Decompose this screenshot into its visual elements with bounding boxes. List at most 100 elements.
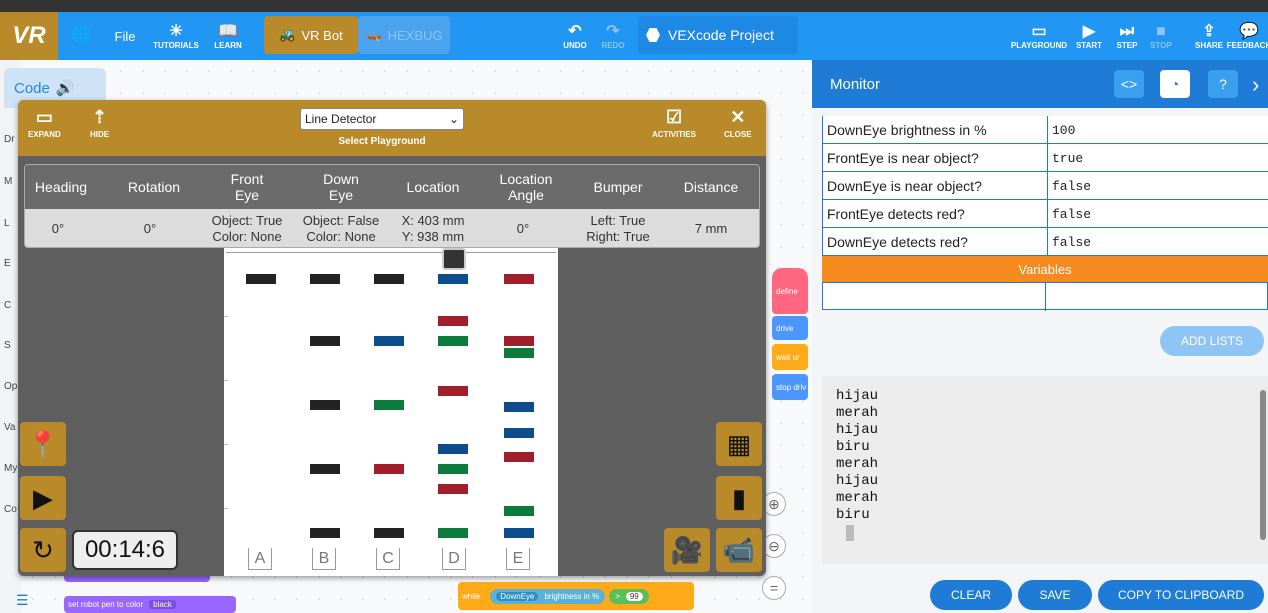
book-icon: 📖 xyxy=(218,22,238,40)
hexbug-tab[interactable]: 🛶 HEXBUG xyxy=(358,16,450,54)
grid-icon: ▦ xyxy=(726,428,752,459)
pen-color-block[interactable]: set robot pen to color black xyxy=(64,596,236,613)
undo-button[interactable]: ↶ UNDO xyxy=(560,12,590,60)
help-button[interactable]: ? xyxy=(1208,70,1238,98)
stop-driving-block[interactable]: stop driv xyxy=(772,374,808,400)
project-name[interactable]: VEXcode Project xyxy=(638,16,798,54)
lane-label-c: C xyxy=(376,548,400,570)
compare-operator[interactable]: > 99 xyxy=(609,588,649,604)
learn-button[interactable]: 📖 LEARN xyxy=(208,12,248,60)
category-drivetrain[interactable]: Dr xyxy=(4,134,15,145)
line-marker-black xyxy=(374,274,404,284)
copy-to-clipboard-button[interactable]: COPY TO CLIPBOARD xyxy=(1098,580,1264,610)
monitor-header: Monitor xyxy=(812,60,1268,108)
line-marker-red xyxy=(438,386,468,396)
monitor-view-button[interactable]: ◔ xyxy=(1160,70,1190,98)
line-marker-red xyxy=(504,336,534,346)
hexagon-icon xyxy=(646,28,660,42)
code-icon: <> xyxy=(1120,76,1138,92)
console-output: hijau merah hijau biru merah hijau merah… xyxy=(836,388,879,523)
category-my-blocks[interactable]: My xyxy=(4,463,17,474)
pen-icon: ▮ xyxy=(731,482,747,513)
variables-header: Variables xyxy=(822,256,1268,282)
line-marker-red xyxy=(504,452,534,462)
vr-bot-tab[interactable]: 🚜 VR Bot xyxy=(264,16,358,54)
share-button[interactable]: ⇪ SHARE xyxy=(1192,12,1226,60)
play-button[interactable]: ▶ xyxy=(20,476,66,520)
wait-block[interactable]: wait ur xyxy=(772,344,808,370)
line-marker-black xyxy=(310,464,340,474)
sensor-reporter[interactable]: DownEye brightness in % xyxy=(490,588,606,604)
category-looks[interactable]: L xyxy=(4,218,10,229)
hide-button[interactable]: ⇡ HIDE xyxy=(90,108,109,139)
start-button[interactable]: ▶ START xyxy=(1074,12,1104,60)
redo-button[interactable]: ↷ REDO xyxy=(598,12,628,60)
lane-label-d: D xyxy=(442,548,466,570)
line-marker-black xyxy=(310,274,340,284)
header-rotation: Rotation xyxy=(127,179,181,195)
define-block[interactable]: define xyxy=(772,268,808,314)
run-timer: 00:14:6 xyxy=(72,530,178,570)
pen-button[interactable]: ▮ xyxy=(716,476,762,520)
reset-button[interactable]: ↻ xyxy=(20,528,66,572)
hide-icon: ⇡ xyxy=(92,107,108,127)
dashboard-toggle-button[interactable]: ▦ xyxy=(716,422,762,466)
collapse-chevron-icon[interactable]: › xyxy=(1252,72,1259,98)
expand-button[interactable]: ▭ EXPAND xyxy=(28,108,61,139)
playground-select[interactable]: Line Detector ⌄ xyxy=(300,108,464,130)
feedback-button[interactable]: 💬 FEEDBACK xyxy=(1227,12,1268,60)
clear-button[interactable]: CLEAR xyxy=(930,580,1012,610)
play-icon: ▶ xyxy=(1082,22,1096,40)
line-marker-green xyxy=(438,336,468,346)
camera-angle-button[interactable]: 📹 xyxy=(716,528,762,572)
file-menu[interactable]: File xyxy=(108,12,142,60)
camera-button[interactable]: 🎥 xyxy=(664,528,710,572)
category-operators[interactable]: Op xyxy=(4,381,17,392)
vr-robot xyxy=(442,248,466,270)
category-comments[interactable]: Co xyxy=(4,504,17,515)
line-marker-red xyxy=(504,274,534,284)
playground-button[interactable]: ▭ PLAYGROUND xyxy=(1010,12,1068,60)
category-events[interactable]: E xyxy=(4,258,11,269)
category-magnet[interactable]: M xyxy=(4,176,12,187)
activities-button[interactable]: ☑ ACTIVITIES xyxy=(652,108,696,139)
save-button[interactable]: SAVE xyxy=(1018,580,1092,610)
language-button[interactable]: 🌐 xyxy=(66,12,96,60)
category-sensing[interactable]: S xyxy=(4,340,11,351)
line-marker-black xyxy=(310,528,340,538)
category-variables[interactable]: Va xyxy=(4,422,16,433)
while-block[interactable]: while DownEye brightness in % > 99 xyxy=(458,582,694,610)
value-location-angle: 0° xyxy=(516,221,530,236)
print-console[interactable]: hijau merah hijau biru merah hijau merah… xyxy=(822,376,1268,564)
step-button[interactable]: ⏭ STEP xyxy=(1112,12,1142,60)
line-marker-black xyxy=(374,528,404,538)
line-marker-blue xyxy=(438,274,468,284)
location-pin-button[interactable]: 📍 xyxy=(20,422,66,466)
zoom-reset-icon[interactable]: = xyxy=(762,576,786,600)
blocks-menu-icon[interactable]: ☰ xyxy=(16,592,40,610)
line-marker-red xyxy=(438,316,468,326)
monitor-row: DownEye is near object? false xyxy=(822,172,1268,200)
line-marker-blue xyxy=(504,402,534,412)
step-icon: ⏭ xyxy=(1119,22,1135,40)
close-button[interactable]: ✕ CLOSE xyxy=(724,108,752,139)
value-bumper: Left: True Right: True xyxy=(586,213,650,244)
lane-label-a: A xyxy=(248,548,272,570)
playground-header: ▭ EXPAND ⇡ HIDE Line Detector ⌄ Select Play… xyxy=(18,100,766,156)
undo-icon: ↶ xyxy=(568,22,582,40)
category-control[interactable]: C xyxy=(4,300,11,311)
code-view-button[interactable]: <> xyxy=(1114,70,1144,98)
line-marker-black xyxy=(246,274,276,284)
drive-block[interactable]: drive xyxy=(772,316,808,340)
stop-button[interactable]: ■ STOP xyxy=(1146,12,1176,60)
line-marker-red xyxy=(374,464,404,474)
line-marker-green xyxy=(504,506,534,516)
line-marker-red xyxy=(438,484,468,494)
robot-icon: 🚜 xyxy=(279,27,296,42)
camera-angle-icon: 📹 xyxy=(722,534,756,565)
console-scrollbar[interactable] xyxy=(1260,390,1266,540)
add-lists-button[interactable]: ADD LISTS xyxy=(1160,326,1264,356)
dashboard-values: 0° 0° Object: True Color: None Object: F… xyxy=(25,209,759,247)
line-marker-blue xyxy=(438,444,468,454)
tutorials-button[interactable]: ☀ TUTORIALS xyxy=(152,12,200,60)
